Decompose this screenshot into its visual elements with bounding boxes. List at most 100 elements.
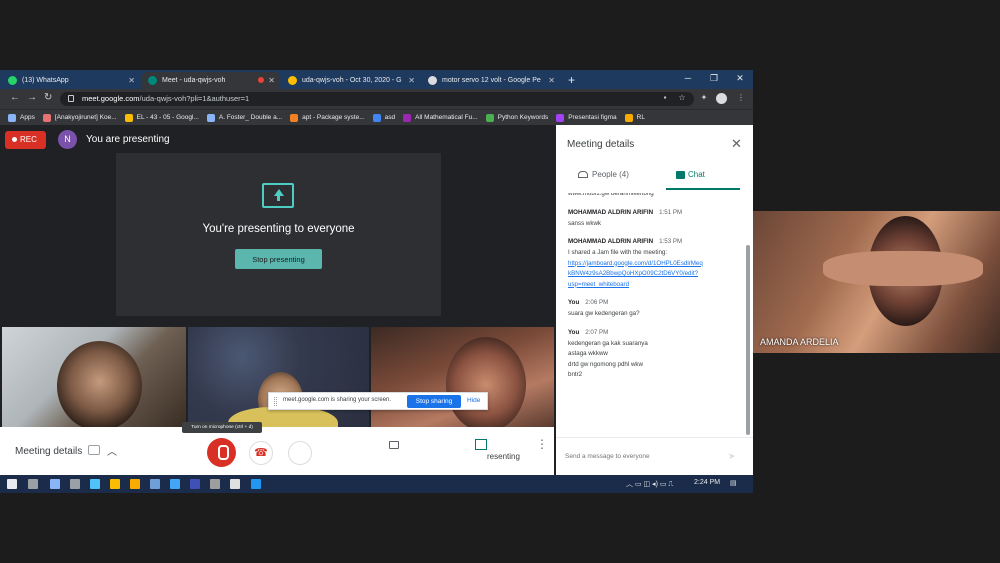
stop-presenting-button[interactable]: Stop presenting — [235, 249, 322, 269]
bookmark-icon — [624, 113, 633, 122]
minimize-icon[interactable]: ─ — [675, 70, 701, 89]
bookmark-icon — [372, 113, 381, 122]
microphone-tooltip: Turn on microphone (ctrl + d) — [182, 422, 262, 433]
tab-chat[interactable]: Chat — [666, 170, 740, 190]
apps-grid-icon — [8, 113, 16, 122]
menu-icon[interactable]: ⋮ — [736, 93, 746, 103]
close-tab-icon[interactable]: ✕ — [268, 72, 275, 89]
mail-icon[interactable] — [90, 479, 100, 489]
file-explorer-icon[interactable] — [130, 479, 140, 489]
more-options-icon[interactable]: ⋮ — [536, 438, 548, 450]
stop-sharing-button[interactable]: Stop sharing — [407, 395, 461, 408]
maximize-icon[interactable]: ❐ — [701, 70, 727, 89]
participant-video — [446, 337, 526, 427]
participant-tile-1[interactable] — [2, 327, 186, 427]
avatar: N — [58, 130, 77, 149]
close-window-icon[interactable]: ✕ — [727, 70, 753, 89]
meeting-details-label[interactable]: Meeting details — [15, 446, 82, 457]
present-now-icon[interactable] — [475, 439, 487, 450]
share-message: meet.google.com is sharing your screen. — [283, 397, 392, 403]
windows-start-icon[interactable] — [7, 479, 17, 489]
bookmark-item[interactable]: Python Keywords — [485, 113, 548, 122]
close-tab-icon[interactable]: ✕ — [548, 72, 555, 89]
close-icon[interactable]: ✕ — [731, 136, 742, 152]
hide-button[interactable]: Hide — [467, 397, 480, 404]
closed-captions-icon[interactable] — [389, 441, 399, 449]
extensions-icon[interactable]: ✦ — [699, 93, 709, 103]
participant-tile-2[interactable] — [188, 327, 369, 427]
profile-avatar[interactable] — [716, 93, 727, 104]
tab-chat-label: Chat — [688, 170, 705, 179]
star-icon[interactable]: ☆ — [677, 93, 687, 103]
bookmark-item[interactable]: apt - Package syste... — [290, 113, 365, 122]
reload-icon[interactable]: ↻ — [44, 92, 52, 103]
app-icon[interactable] — [230, 479, 240, 489]
bookmark-item[interactable]: [Anakyojirunet] Koe... — [42, 113, 117, 122]
url-text: meet.google.com/uda-qwjs-voh?pli=1&authu… — [82, 94, 250, 103]
app-icon[interactable] — [210, 479, 220, 489]
back-icon[interactable]: ← — [10, 92, 20, 103]
bookmarks-bar: Apps [Anakyojirunet] Koe... EL - 43 - 05… — [0, 109, 753, 125]
task-view-icon[interactable] — [28, 479, 38, 489]
lock-app-icon[interactable] — [70, 479, 80, 489]
app-icon[interactable] — [170, 479, 180, 489]
microphone-off-button[interactable] — [207, 438, 236, 467]
message-time: 2:06 PM — [585, 299, 609, 306]
clock[interactable]: 2:24 PM — [694, 479, 720, 486]
chat-message: kedengeran ga kak suaranya — [568, 339, 648, 347]
tab-whatsapp[interactable]: (13) WhatsApp ✕ — [2, 72, 140, 89]
close-tab-icon[interactable]: ✕ — [408, 72, 415, 89]
captions-icon — [88, 445, 100, 455]
tab-google-search[interactable]: motor servo 12 volt - Google Pe ✕ — [422, 72, 560, 89]
chat-link[interactable]: https://jamboard.google.com/d/1OHPL0Esdl… — [568, 259, 703, 269]
tab-meet[interactable]: Meet - uda-qwjs-voh ✕ — [142, 72, 280, 89]
url-input[interactable]: meet.google.com/uda-qwjs-voh?pli=1&authu… — [60, 92, 694, 106]
notifications-icon[interactable]: ▤ — [730, 479, 737, 487]
send-icon[interactable]: ➤ — [728, 451, 736, 462]
bookmark-item[interactable]: Presentasi figma — [556, 113, 617, 122]
tab-people-label: People (4) — [592, 170, 629, 179]
bookmark-item[interactable]: RL — [624, 113, 645, 122]
app-icon[interactable] — [150, 479, 160, 489]
participant-tile-side[interactable]: AMANDA ARDELIA — [753, 211, 1000, 353]
drag-handle-icon[interactable] — [274, 397, 277, 406]
bookmark-icon — [42, 113, 51, 122]
bookmark-item[interactable]: asd — [372, 113, 395, 122]
bookmark-icon — [403, 113, 412, 122]
forward-icon[interactable]: → — [27, 92, 37, 103]
app-icon[interactable] — [251, 479, 261, 489]
vscode-icon[interactable] — [190, 479, 200, 489]
bookmark-apps[interactable]: Apps — [8, 113, 35, 122]
app-icon[interactable] — [50, 479, 60, 489]
present-now-label[interactable]: resenting — [487, 452, 520, 461]
camera-button[interactable] — [288, 441, 312, 465]
tab-bar: (13) WhatsApp ✕ Meet - uda-qwjs-voh ✕ ud… — [0, 70, 753, 89]
bookmark-item[interactable]: All Mathematical Fu... — [403, 113, 478, 122]
chat-link[interactable]: kBNW4z9sA2BbwpQoHXpO09C2tD6VY0/edit? — [568, 269, 698, 279]
camera-in-use-icon[interactable]: ▪ — [660, 93, 670, 103]
chat-message-input[interactable] — [565, 449, 715, 463]
hang-up-button[interactable]: ☎ — [249, 441, 273, 465]
participant-video — [823, 251, 983, 286]
close-tab-icon[interactable]: ✕ — [128, 72, 135, 89]
chrome-icon[interactable] — [110, 479, 120, 489]
tab-jamboard[interactable]: uda-qwjs-voh - Oct 30, 2020 - G ✕ — [282, 72, 420, 89]
chat-message: drtd gw ngomong pdhl wkw — [568, 360, 643, 368]
chevron-up-icon[interactable]: ︿ — [107, 443, 117, 458]
bookmark-item[interactable]: A. Foster_ Double a... — [206, 113, 282, 122]
chat-message-list[interactable]: www.mobl1.gw berahmikenbng MOHAMMAD ALDRI… — [556, 193, 745, 435]
google-icon — [428, 76, 437, 85]
system-tray-icons[interactable]: ︿ ▭ ◫ ◂) ▭ ⎍ — [626, 479, 673, 489]
jamboard-icon — [288, 76, 297, 85]
participant-tile-3[interactable] — [371, 327, 554, 427]
screen-share-notification: meet.google.com is sharing your screen. … — [268, 392, 488, 410]
sender-name: MOHAMMAD ALDRIN ARIFIN — [568, 208, 654, 216]
chat-link[interactable]: usp=meet_whiteboard — [568, 280, 629, 290]
tab-people[interactable]: People (4) — [578, 170, 648, 190]
lock-icon — [68, 95, 74, 102]
bookmark-item[interactable]: EL - 43 - 05 - Googl... — [124, 113, 199, 122]
new-tab-button[interactable]: + — [568, 72, 575, 89]
chat-message: bntr2 — [568, 371, 583, 378]
browser-window: (13) WhatsApp ✕ Meet - uda-qwjs-voh ✕ ud… — [0, 70, 753, 493]
chat-scrollbar[interactable] — [746, 245, 750, 435]
